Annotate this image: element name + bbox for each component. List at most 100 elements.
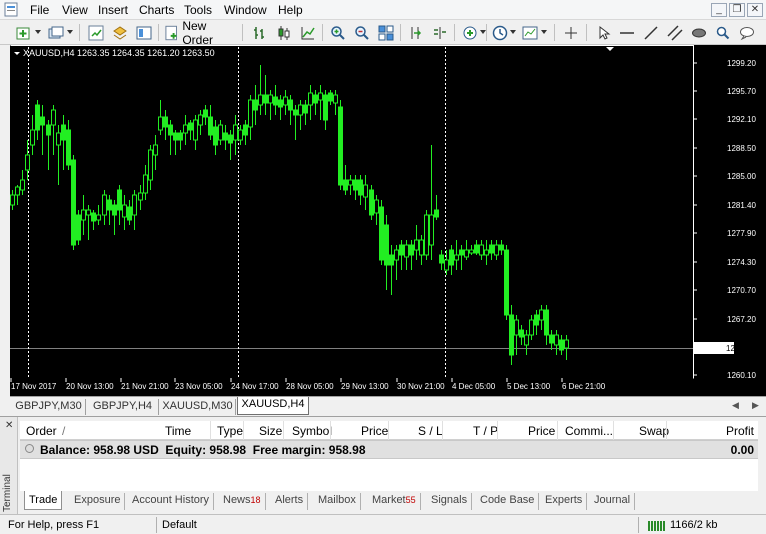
tab-account-history[interactable]: Account History — [128, 493, 215, 510]
balance-text: Balance: 958.98 USD Equity: 958.98 Free … — [40, 443, 366, 457]
periods-clock-icon[interactable] — [490, 23, 509, 42]
candlestick-chart[interactable]: XAUUSD,H4 1263.35 1264.35 1261.20 1263.5… — [10, 45, 766, 396]
col-time[interactable]: Time — [165, 424, 191, 438]
chart-shift-icon[interactable] — [430, 23, 449, 42]
chart-window[interactable]: XAUUSD,H4 1263.35 1264.35 1261.20 1263.5… — [10, 45, 766, 396]
toolbar: New Order — [0, 19, 766, 47]
menu-help[interactable]: Help — [278, 3, 303, 17]
tab-journal[interactable]: Journal — [590, 493, 636, 510]
col-current-price[interactable]: Price — [528, 424, 555, 438]
chat-icon[interactable] — [737, 23, 756, 42]
terminal-close-icon[interactable]: ✕ — [5, 420, 13, 431]
trendline-icon[interactable] — [641, 23, 660, 42]
price-tick-label: 1281.40 — [727, 201, 756, 210]
col-commission[interactable]: Commi... — [565, 424, 613, 438]
col-symbol[interactable]: Symbol — [292, 424, 332, 438]
col-stop-loss[interactable]: S / L — [418, 424, 443, 438]
terminal-tabs: Trade Exposure Account History News18 Al… — [20, 491, 760, 511]
candle-body — [51, 109, 56, 126]
line-chart-icon[interactable] — [298, 23, 317, 42]
close-icon[interactable]: ✕ — [747, 3, 763, 17]
candle-body — [243, 124, 248, 136]
menu-tools[interactable]: Tools — [184, 3, 212, 17]
tab-mailbox[interactable]: Mailbox — [314, 493, 361, 510]
candle-body — [25, 154, 30, 171]
tab-exposure[interactable]: Exposure — [70, 493, 126, 510]
zoom-out-icon[interactable] — [352, 23, 371, 42]
zoom-in-icon[interactable] — [328, 23, 347, 42]
market-watch-icon[interactable] — [86, 23, 105, 42]
menu-window[interactable]: Window — [224, 3, 267, 17]
tab-experts[interactable]: Experts — [541, 493, 588, 510]
chart-tab-xauusd-m30[interactable]: XAUUSD,M30 — [160, 399, 236, 415]
candle-body — [102, 194, 107, 216]
crosshair-icon[interactable] — [561, 23, 580, 42]
date-tick-label: 21 Nov 21:00 — [121, 382, 169, 391]
profiles-dropdown-icon[interactable] — [67, 30, 73, 34]
candle-body — [40, 116, 45, 126]
col-profit[interactable]: Profit — [726, 424, 754, 438]
col-open-price[interactable]: Price — [361, 424, 388, 438]
indicators-icon[interactable] — [460, 23, 479, 42]
candle-body — [514, 319, 519, 336]
menu-file[interactable]: File — [30, 3, 49, 17]
tab-scroll-left-icon[interactable]: ◀ — [732, 400, 739, 411]
tab-scroll-right-icon[interactable]: ▶ — [752, 400, 759, 411]
col-order[interactable]: Order — [26, 424, 57, 438]
terminal-toggle-icon[interactable] — [134, 23, 153, 42]
horizontal-line-icon[interactable] — [617, 23, 636, 42]
bar-chart-icon[interactable] — [250, 23, 269, 42]
balance-row[interactable]: Balance: 958.98 USD Equity: 958.98 Free … — [20, 440, 758, 459]
new-chart-icon[interactable] — [14, 23, 33, 42]
cursor-icon[interactable] — [593, 23, 612, 42]
minimize-icon[interactable]: _ — [711, 3, 727, 17]
col-take-profit[interactable]: T / P — [473, 424, 498, 438]
menu-view[interactable]: View — [62, 3, 88, 17]
col-swap[interactable]: Swap — [639, 424, 669, 438]
equidistant-channel-icon[interactable] — [665, 23, 684, 42]
app-document-icon[interactable] — [4, 2, 20, 17]
chart-tab-gbpjpy-h4[interactable]: GBPJPY,H4 — [87, 399, 159, 415]
tile-windows-icon[interactable] — [376, 23, 395, 42]
date-tick-label: 29 Nov 13:00 — [341, 382, 389, 391]
candle-body — [564, 339, 569, 349]
templates-dropdown-icon[interactable] — [541, 30, 547, 34]
market-count-badge: 55 — [405, 495, 416, 505]
navigator-icon[interactable] — [110, 23, 129, 42]
col-type[interactable]: Type — [217, 424, 243, 438]
restore-icon[interactable]: ❐ — [729, 3, 745, 17]
menu-bar: File View Insert Charts Tools Window Hel… — [0, 0, 766, 20]
candle-body — [112, 204, 117, 216]
candle-body — [268, 94, 273, 104]
menu-charts[interactable]: Charts — [139, 3, 174, 17]
candle-body — [303, 104, 308, 114]
templates-icon[interactable] — [520, 23, 539, 42]
new-order-label: New Order — [182, 18, 214, 47]
periods-dropdown-icon[interactable] — [510, 30, 516, 34]
chart-tab-xauusd-h4[interactable]: XAUUSD,H4 — [237, 397, 309, 415]
tab-alerts[interactable]: Alerts — [271, 493, 309, 510]
tab-market[interactable]: Market55 — [368, 493, 421, 510]
tab-news[interactable]: News18 — [219, 493, 266, 510]
col-size[interactable]: Size — [259, 424, 282, 438]
candle-body — [15, 186, 20, 196]
candle-body — [379, 206, 384, 261]
profiles-icon[interactable] — [46, 23, 65, 42]
search-icon[interactable] — [713, 23, 732, 42]
tab-signals[interactable]: Signals — [427, 493, 473, 510]
chart-tab-gbpjpy-m30[interactable]: GBPJPY,M30 — [12, 399, 86, 415]
new-chart-dropdown-icon[interactable] — [35, 30, 41, 34]
price-tick-label: 1270.70 — [727, 286, 756, 295]
tab-code-base[interactable]: Code Base — [476, 493, 540, 510]
ellipse-icon[interactable] — [689, 23, 708, 42]
connection-bars-icon — [648, 521, 665, 531]
menu-insert[interactable]: Insert — [98, 3, 128, 17]
candle-body — [218, 124, 223, 141]
new-order-button[interactable]: New Order — [164, 19, 238, 47]
date-tick-label: 30 Nov 21:00 — [397, 382, 445, 391]
auto-scroll-icon[interactable] — [406, 23, 425, 42]
candlestick-icon[interactable] — [274, 23, 293, 42]
candle-body — [499, 244, 504, 251]
candle-body — [198, 114, 203, 126]
tab-trade[interactable]: Trade — [24, 491, 63, 510]
